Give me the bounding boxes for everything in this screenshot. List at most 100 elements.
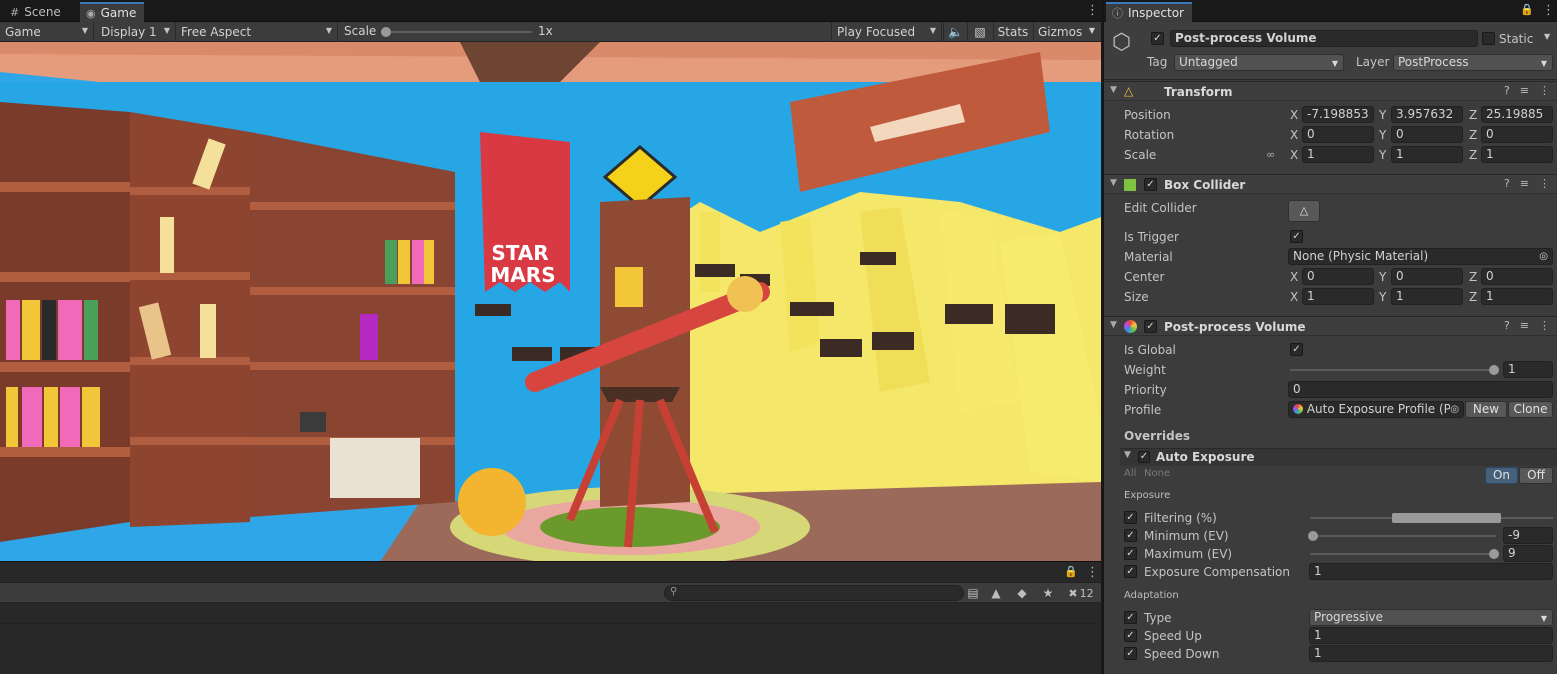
effect-off-button[interactable]: Off: [1519, 467, 1553, 484]
lock-icon[interactable]: 🔒: [1064, 566, 1078, 577]
speed-down-field[interactable]: 1: [1309, 645, 1553, 662]
position-z-field[interactable]: 25.19885: [1481, 106, 1553, 123]
position-x-field[interactable]: -7.198853: [1302, 106, 1374, 123]
preset-icon[interactable]: ≡: [1520, 319, 1529, 332]
object-picker-icon[interactable]: ◎: [1450, 402, 1459, 417]
object-active-checkbox[interactable]: ✓: [1151, 32, 1164, 45]
maximum-field[interactable]: 9: [1503, 545, 1553, 562]
auto-exposure-enabled-checkbox[interactable]: ✓: [1138, 451, 1150, 463]
help-icon[interactable]: ?: [1504, 84, 1510, 97]
play-mode-dropdown[interactable]: Play Focused ▼: [831, 22, 942, 42]
scale-slider-track[interactable]: [386, 31, 532, 33]
tab-game[interactable]: ◉ Game: [80, 2, 145, 22]
filter-search-icon[interactable]: ▤: [964, 584, 982, 602]
star-icon[interactable]: ★: [1039, 584, 1057, 602]
tab-inspector[interactable]: ⓘ Inspector: [1106, 2, 1192, 22]
is-global-checkbox[interactable]: ✓: [1290, 343, 1303, 356]
override-none-link[interactable]: None: [1144, 468, 1170, 479]
panel-menu-icon[interactable]: ⋮: [1086, 4, 1099, 17]
size-x-field[interactable]: 1: [1302, 288, 1374, 305]
profile-clone-button[interactable]: Clone: [1508, 401, 1553, 418]
profile-field[interactable]: Auto Exposure Profile (Po ◎: [1288, 401, 1464, 418]
object-name-field[interactable]: Post-process Volume: [1170, 30, 1478, 47]
profile-new-button[interactable]: New: [1465, 401, 1507, 418]
display-dropdown[interactable]: Display 1 ▼: [96, 22, 176, 42]
kebab-menu-icon[interactable]: ⋮: [1539, 319, 1550, 332]
auto-exposure-header[interactable]: ▼ ✓ Auto Exposure: [1120, 448, 1557, 466]
minimum-override-checkbox[interactable]: ✓: [1124, 529, 1137, 542]
filtering-override-checkbox[interactable]: ✓: [1124, 511, 1137, 524]
keyboard-shortcuts-button[interactable]: ▧: [967, 22, 992, 42]
console-menu-icon[interactable]: ⋮: [1086, 566, 1099, 579]
transform-header[interactable]: ▼ △ Transform ? ≡ ⋮: [1104, 81, 1557, 101]
position-y-field[interactable]: 3.957632: [1391, 106, 1463, 123]
minimum-slider-handle[interactable]: [1308, 531, 1318, 541]
adaptation-type-dropdown[interactable]: Progressive ▼: [1309, 609, 1553, 626]
weight-slider-track[interactable]: [1290, 369, 1496, 371]
scale-x-field[interactable]: 1: [1302, 146, 1374, 163]
preset-icon[interactable]: ≡: [1520, 84, 1529, 97]
exposure-compensation-override-checkbox[interactable]: ✓: [1124, 565, 1137, 578]
edit-collider-button[interactable]: △: [1288, 200, 1320, 222]
aspect-dropdown[interactable]: Free Aspect ▼: [176, 22, 338, 42]
help-icon[interactable]: ?: [1504, 177, 1510, 190]
hidden-count-toggle[interactable]: ✖ 12: [1064, 584, 1098, 602]
effect-on-button[interactable]: On: [1485, 467, 1518, 484]
box-collider-header[interactable]: ▼ ✓ Box Collider ? ≡ ⋮: [1104, 174, 1557, 194]
size-y-field[interactable]: 1: [1391, 288, 1463, 305]
kebab-menu-icon[interactable]: ⋮: [1539, 177, 1550, 190]
view-mode-dropdown[interactable]: Game ▼: [0, 22, 94, 42]
audio-mute-button[interactable]: 🔈: [943, 22, 967, 42]
exposure-compensation-field[interactable]: 1: [1309, 563, 1553, 580]
inspector-menu-icon[interactable]: ⋮: [1542, 4, 1555, 17]
override-all-link[interactable]: All: [1124, 468, 1136, 479]
center-y-field[interactable]: 0: [1391, 268, 1463, 285]
constrain-proportions-icon[interactable]: ∞: [1266, 148, 1275, 161]
foldout-arrow-icon[interactable]: ▼: [1124, 450, 1131, 460]
lock-icon[interactable]: 🔒: [1520, 4, 1534, 15]
post-process-volume-enabled-checkbox[interactable]: ✓: [1144, 320, 1157, 333]
stats-button[interactable]: Stats: [993, 22, 1032, 42]
tag-dropdown[interactable]: Untagged ▼: [1174, 54, 1344, 71]
scale-y-field[interactable]: 1: [1391, 146, 1463, 163]
help-icon[interactable]: ?: [1504, 319, 1510, 332]
scale-slider-handle[interactable]: [381, 27, 391, 37]
foldout-arrow-icon[interactable]: ▼: [1110, 178, 1117, 188]
kebab-menu-icon[interactable]: ⋮: [1539, 84, 1550, 97]
weight-field[interactable]: 1: [1503, 361, 1553, 378]
shapes-filter-icon[interactable]: ▲: [987, 584, 1005, 602]
size-z-field[interactable]: 1: [1481, 288, 1553, 305]
minimum-field[interactable]: -9: [1503, 527, 1553, 544]
console-search-input[interactable]: ⚲: [664, 585, 964, 601]
tab-scene[interactable]: # Scene: [4, 2, 69, 22]
object-picker-icon[interactable]: ◎: [1539, 249, 1548, 264]
speed-up-field[interactable]: 1: [1309, 627, 1553, 644]
foldout-arrow-icon[interactable]: ▼: [1110, 85, 1117, 95]
speed-up-override-checkbox[interactable]: ✓: [1124, 629, 1137, 642]
tag-icon[interactable]: ◆: [1013, 584, 1031, 602]
weight-slider-handle[interactable]: [1489, 365, 1499, 375]
maximum-slider-handle[interactable]: [1489, 549, 1499, 559]
is-trigger-checkbox[interactable]: ✓: [1290, 230, 1303, 243]
scale-z-field[interactable]: 1: [1481, 146, 1553, 163]
filtering-range-handle[interactable]: [1391, 513, 1501, 523]
static-checkbox[interactable]: [1482, 32, 1495, 45]
game-viewport[interactable]: STAR MARS: [0, 42, 1101, 562]
center-x-field[interactable]: 0: [1302, 268, 1374, 285]
gizmos-dropdown[interactable]: Gizmos ▼: [1033, 22, 1101, 42]
rotation-y-field[interactable]: 0: [1391, 126, 1463, 143]
foldout-arrow-icon[interactable]: ▼: [1110, 320, 1117, 330]
priority-field[interactable]: 0: [1288, 381, 1553, 398]
box-collider-enabled-checkbox[interactable]: ✓: [1144, 178, 1157, 191]
center-z-field[interactable]: 0: [1481, 268, 1553, 285]
rotation-z-field[interactable]: 0: [1481, 126, 1553, 143]
preset-icon[interactable]: ≡: [1520, 177, 1529, 190]
material-field[interactable]: None (Physic Material) ◎: [1288, 248, 1553, 265]
type-override-checkbox[interactable]: ✓: [1124, 611, 1137, 624]
chevron-down-icon[interactable]: ▼: [1544, 32, 1550, 41]
post-process-volume-header[interactable]: ▼ ✓ Post-process Volume ? ≡ ⋮: [1104, 316, 1557, 336]
rotation-x-field[interactable]: 0: [1302, 126, 1374, 143]
speed-down-override-checkbox[interactable]: ✓: [1124, 647, 1137, 660]
maximum-override-checkbox[interactable]: ✓: [1124, 547, 1137, 560]
layer-dropdown[interactable]: PostProcess ▼: [1393, 54, 1553, 71]
